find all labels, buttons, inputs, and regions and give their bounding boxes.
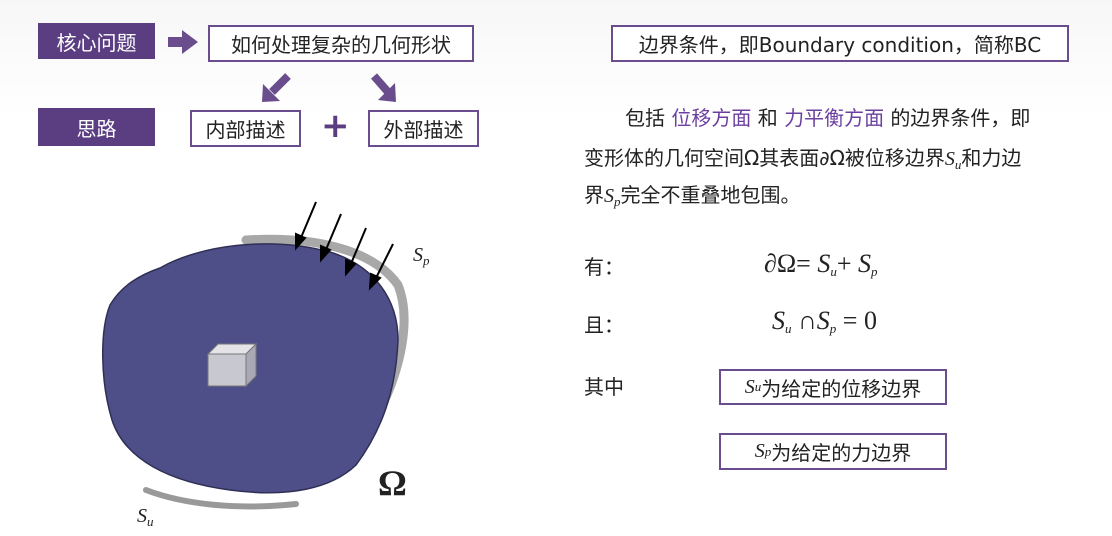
cube-icon [206,342,258,388]
sp-definition-box: Sp 为给定的力边界 [719,433,947,470]
eq2-formula: Su ∩Sp = 0 [772,306,877,336]
bc-paragraph-line3: 界Sp完全不重叠地包围。 [584,183,801,209]
sp-label: Sp [413,244,430,268]
omega-label: Ω [378,463,407,503]
eq2-label: 且： [584,313,624,337]
su-definition-box: Su 为给定的位移边界 [719,369,947,405]
bc-paragraph-line2: 变形体的几何空间Ω其表面∂Ω被位移边界Su和力边 [584,146,1022,172]
su-label: Su [137,505,154,529]
where-label: 其中 [584,375,624,399]
eq1-label: 有： [584,255,624,279]
bc-title-box: 边界条件，即Boundary condition，简称BC [611,25,1069,62]
eq1-formula: ∂Ω= Su+ Sp [764,249,878,279]
bc-paragraph-line1: 包括 位移方面 和 力平衡方面 的边界条件，即 [625,106,1031,130]
